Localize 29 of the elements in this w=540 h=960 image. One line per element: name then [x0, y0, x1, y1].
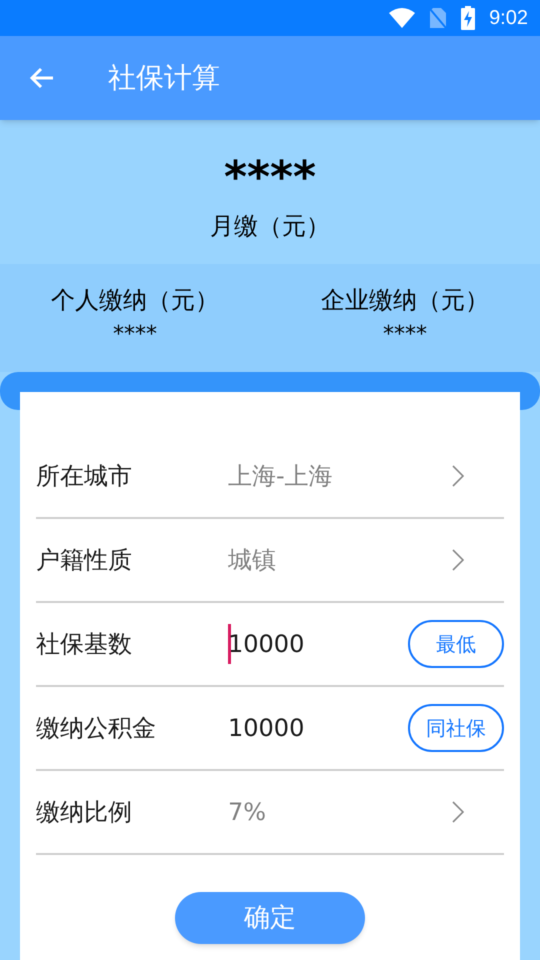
select-row[interactable]: 户籍性质 城镇	[36, 519, 504, 603]
field-value: 城镇	[228, 545, 277, 576]
field-label: 缴纳公积金	[36, 713, 157, 744]
clock-text: 9:02	[489, 6, 528, 31]
chevron-right-icon	[452, 549, 464, 571]
select-row[interactable]: 所在城市 上海-上海	[36, 435, 504, 519]
chevron-right-icon	[452, 801, 464, 823]
field-label: 社保基数	[36, 629, 133, 660]
breakdown-value: ****	[113, 321, 157, 349]
back-arrow-icon	[29, 66, 55, 90]
field-label: 户籍性质	[36, 545, 133, 576]
battery-charging-icon	[461, 6, 476, 30]
monthly-amount: ****	[224, 152, 316, 204]
monthly-label: 月缴（元）	[210, 211, 330, 242]
select-row[interactable]: 缴纳比例 7%	[36, 771, 504, 855]
breakdown-label: 企业缴纳（元）	[321, 285, 489, 316]
field-value: 7%	[228, 797, 268, 828]
chevron-right-icon	[452, 465, 464, 487]
field-label: 缴纳比例	[36, 797, 133, 828]
no-sim-icon	[429, 7, 448, 29]
breakdown-label: 个人缴纳（元）	[51, 285, 219, 316]
action-button[interactable]: 同社保	[408, 704, 504, 752]
field-label: 所在城市	[36, 461, 133, 492]
number-field[interactable]: 10000	[228, 704, 408, 752]
breakdown-value: ****	[383, 321, 427, 349]
screen-title: 社保计算	[108, 60, 220, 96]
wifi-icon	[389, 8, 416, 28]
field-value: 上海-上海	[228, 461, 334, 492]
action-button[interactable]: 最低	[408, 620, 504, 668]
